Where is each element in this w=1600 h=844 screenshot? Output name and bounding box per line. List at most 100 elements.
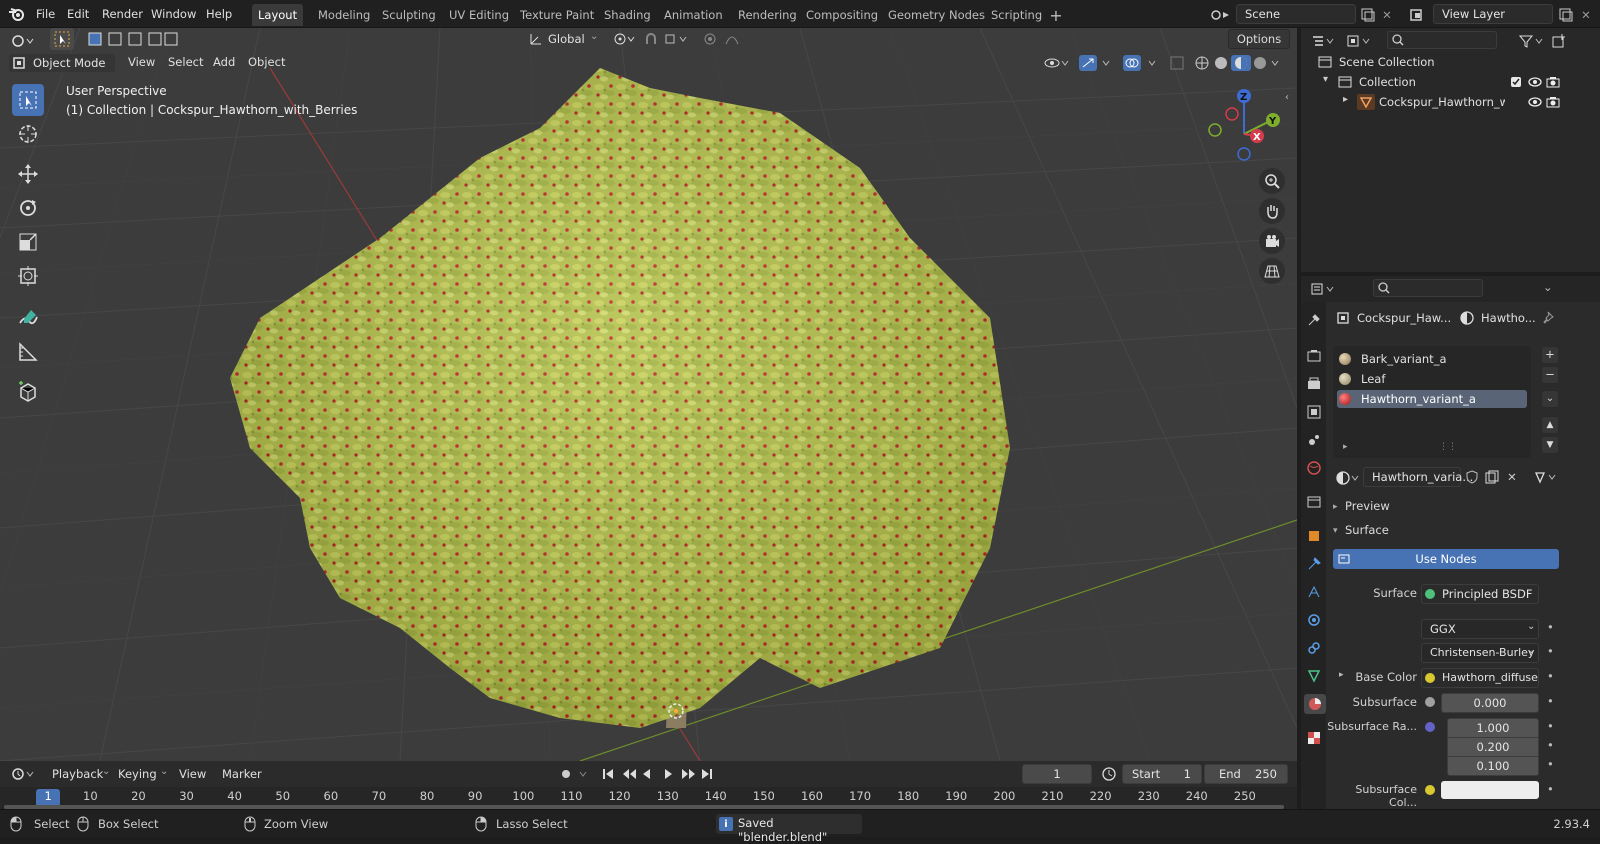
panel-surface-header[interactable]: ▾ Surface bbox=[1333, 522, 1563, 542]
3d-viewport[interactable]: Global ⌄ Options Object Mode View Select… bbox=[0, 28, 1297, 761]
keyframe-dot-icon[interactable]: • bbox=[1547, 694, 1554, 708]
chevron-down-icon[interactable]: ⌄ bbox=[590, 31, 598, 42]
surface-shader-selector[interactable]: Principled BSDF bbox=[1421, 584, 1539, 604]
tab-shading[interactable]: Shading bbox=[598, 4, 657, 26]
add-workspace-icon[interactable]: + bbox=[1047, 6, 1065, 25]
timeline-menu-marker[interactable]: Marker bbox=[218, 765, 266, 783]
zoom-view-icon[interactable] bbox=[1259, 168, 1285, 194]
panel-preview-header[interactable]: ▸ Preview bbox=[1333, 498, 1563, 518]
expand-arrow-icon[interactable]: ▸ bbox=[1343, 94, 1348, 105]
outliner-row-scene-collection[interactable]: Scene Collection bbox=[1301, 52, 1600, 72]
tab-geometry-nodes[interactable]: Geometry Nodes bbox=[882, 4, 991, 26]
keyframe-dot-icon[interactable]: • bbox=[1547, 669, 1554, 683]
world-tab-icon[interactable] bbox=[1304, 458, 1324, 478]
editor-type-icon[interactable] bbox=[8, 31, 40, 51]
texture-tab-icon[interactable] bbox=[1304, 728, 1324, 748]
browse-material-icon[interactable] bbox=[1335, 468, 1361, 488]
gizmo-toggle-icon[interactable] bbox=[1078, 53, 1114, 73]
timeline-menu-keying[interactable]: Keying bbox=[114, 765, 161, 783]
object-tab-icon[interactable] bbox=[1304, 526, 1324, 546]
measure-tool[interactable] bbox=[12, 336, 44, 368]
selection-mode-icons[interactable] bbox=[86, 29, 180, 49]
subsurface-color-swatch[interactable] bbox=[1441, 781, 1539, 799]
base-color-texture-field[interactable]: Hawthorn_diffuse.... bbox=[1421, 668, 1539, 688]
tab-modeling[interactable]: Modeling bbox=[312, 4, 376, 26]
keyframe-dot-icon[interactable]: • bbox=[1547, 757, 1554, 771]
new-view-layer-icon[interactable] bbox=[1556, 5, 1576, 25]
outliner-row-hawthorn-object[interactable]: ▸ Cockspur_Hawthorn_with bbox=[1301, 92, 1600, 112]
fake-user-shield-icon[interactable] bbox=[1463, 468, 1481, 486]
menu-window[interactable]: Window bbox=[147, 5, 200, 23]
add-material-slot-button[interactable]: + bbox=[1541, 346, 1559, 364]
select-box-tool[interactable] bbox=[12, 84, 44, 116]
scene-icon[interactable] bbox=[1206, 5, 1236, 25]
visibility-filter-icon[interactable] bbox=[1042, 53, 1074, 73]
tab-scripting[interactable]: Scripting bbox=[985, 4, 1048, 26]
tab-sculpting[interactable]: Sculpting bbox=[376, 4, 442, 26]
outliner-row-collection[interactable]: ▾ Collection bbox=[1301, 72, 1600, 92]
proportional-editing-icon[interactable] bbox=[700, 29, 750, 49]
start-frame-field[interactable]: Start 1 bbox=[1122, 764, 1202, 784]
duplicate-material-icon[interactable] bbox=[1483, 468, 1501, 486]
list-filter-arrow-icon[interactable]: ▸ bbox=[1343, 442, 1348, 452]
viewport-menu-select[interactable]: Select bbox=[164, 53, 207, 71]
transform-tool[interactable] bbox=[12, 260, 44, 292]
collapse-arrow-icon[interactable]: ▾ bbox=[1323, 74, 1328, 85]
timeline-menu-playback[interactable]: Playback bbox=[48, 765, 107, 783]
options-dropdown[interactable]: Options bbox=[1228, 29, 1290, 49]
subsurface-radius-y-field[interactable]: 0.200 bbox=[1447, 737, 1539, 757]
subsurface-radius-x-field[interactable]: 1.000 bbox=[1447, 718, 1539, 738]
visibility-eye-icon[interactable] bbox=[1527, 95, 1543, 109]
cursor-tool[interactable] bbox=[12, 118, 44, 150]
use-nodes-button[interactable]: Use Nodes bbox=[1333, 549, 1559, 569]
annotate-tool[interactable] bbox=[12, 302, 44, 334]
sidebar-toggle-icon[interactable]: ‹ bbox=[1285, 92, 1289, 103]
list-item[interactable]: Leaf bbox=[1337, 370, 1527, 388]
remove-material-slot-button[interactable]: − bbox=[1541, 366, 1559, 384]
scale-tool[interactable] bbox=[12, 226, 44, 258]
move-slot-down-button[interactable]: ▼ bbox=[1541, 436, 1559, 454]
end-frame-field[interactable]: End 250 bbox=[1204, 764, 1288, 784]
tab-rendering[interactable]: Rendering bbox=[732, 4, 803, 26]
display-mode-icon[interactable] bbox=[1345, 31, 1375, 51]
keyframe-dot-icon[interactable]: • bbox=[1547, 738, 1554, 752]
distribution-dropdown[interactable]: GGX bbox=[1421, 619, 1539, 639]
filter-icon[interactable] bbox=[1517, 31, 1547, 51]
rotate-tool[interactable] bbox=[12, 192, 44, 224]
keyframe-dot-icon[interactable]: • bbox=[1547, 620, 1554, 634]
view-layer-selector[interactable]: View Layer bbox=[1433, 4, 1553, 24]
timeline-menu-view[interactable]: View bbox=[175, 765, 210, 783]
subsurface-method-dropdown[interactable]: Christensen-Burley bbox=[1421, 643, 1539, 663]
collection-tab-icon[interactable] bbox=[1304, 492, 1324, 512]
view-layer-tab-icon[interactable] bbox=[1304, 402, 1324, 422]
navigation-gizmo[interactable]: Z Y X bbox=[1202, 86, 1292, 166]
tab-layout[interactable]: Layout bbox=[252, 4, 304, 26]
move-slot-up-button[interactable]: ▲ bbox=[1541, 416, 1559, 434]
tab-animation[interactable]: Animation bbox=[658, 4, 729, 26]
exclude-checkbox-icon[interactable] bbox=[1509, 75, 1523, 89]
delete-view-layer-icon[interactable]: ✕ bbox=[1577, 5, 1595, 25]
camera-view-icon[interactable] bbox=[1259, 228, 1285, 254]
add-cube-tool[interactable] bbox=[12, 376, 44, 408]
auto-keying-icon[interactable] bbox=[556, 764, 594, 784]
select-tool-header-icon[interactable] bbox=[50, 28, 74, 50]
viewport-menu-add[interactable]: Add bbox=[209, 53, 239, 71]
menu-help[interactable]: Help bbox=[202, 5, 236, 23]
snapping-icon[interactable] bbox=[642, 29, 692, 49]
pin-icon[interactable] bbox=[1541, 309, 1559, 327]
menu-render[interactable]: Render bbox=[98, 5, 147, 23]
visibility-eye-icon[interactable] bbox=[1527, 75, 1543, 89]
subsurface-radius-z-field[interactable]: 0.100 bbox=[1447, 756, 1539, 776]
keyframe-dot-icon[interactable]: • bbox=[1547, 782, 1554, 796]
physics-tab-icon[interactable] bbox=[1304, 610, 1324, 630]
transform-orientation[interactable]: Global bbox=[548, 32, 585, 46]
material-link-icon[interactable] bbox=[1533, 468, 1561, 486]
material-tab-icon[interactable] bbox=[1304, 694, 1326, 714]
tool-tab-icon[interactable] bbox=[1304, 310, 1324, 330]
data-tab-icon[interactable] bbox=[1304, 666, 1324, 686]
material-name-field[interactable]: Hawthorn_varia... bbox=[1363, 467, 1473, 487]
scene-tab-icon[interactable] bbox=[1304, 430, 1324, 450]
blender-logo-icon[interactable] bbox=[6, 4, 28, 24]
current-frame-field[interactable]: 1 bbox=[1022, 764, 1092, 784]
transform-orientation-icon[interactable] bbox=[526, 29, 546, 49]
